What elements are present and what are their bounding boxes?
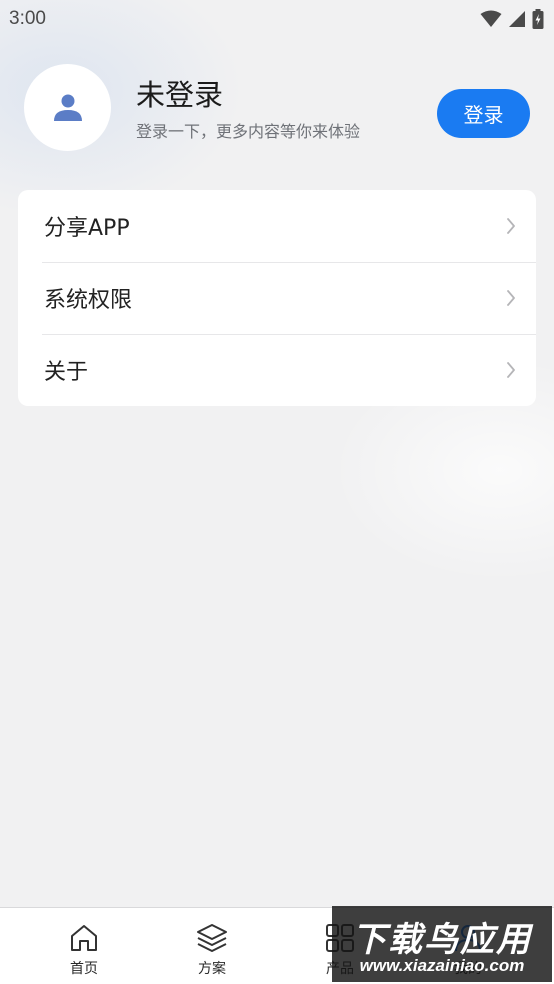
login-button[interactable]: 登录: [437, 89, 530, 138]
avatar[interactable]: [24, 64, 111, 151]
tab-home[interactable]: 首页: [34, 908, 134, 984]
watermark-url: www.xiazainiao.com: [359, 956, 525, 975]
user-icon: [53, 94, 82, 121]
menu-item-about[interactable]: 关于: [18, 334, 536, 406]
chevron-right-icon: [507, 218, 515, 234]
chevron-right-icon: [507, 290, 515, 306]
profile-subtitle: 登录一下，更多内容等你来体验: [136, 122, 361, 141]
battery-charging-icon: [532, 9, 544, 29]
chevron-right-icon: [507, 362, 515, 378]
menu-item-label: 系统权限: [44, 288, 133, 313]
menu-item-label: 关于: [44, 360, 89, 385]
layers-icon: [197, 924, 227, 952]
wifi-icon: [480, 10, 502, 27]
status-icons: [480, 9, 544, 29]
home-icon: [71, 925, 97, 951]
tab-label: 首页: [70, 961, 98, 977]
status-bar: 3:00: [0, 0, 554, 38]
menu-item-label: 分享APP: [44, 216, 130, 241]
settings-menu: 分享APP 系统权限 关于: [18, 190, 536, 406]
status-time: 3:00: [9, 8, 46, 29]
profile-name: 未登录: [136, 78, 224, 112]
watermark: 下载鸟应用 www.xiazainiao.com: [332, 906, 552, 982]
profile-header: 未登录 登录一下，更多内容等你来体验 登录: [0, 62, 554, 154]
tab-solutions[interactable]: 方案: [162, 908, 262, 984]
menu-item-system-permissions[interactable]: 系统权限: [18, 262, 536, 334]
tab-label: 方案: [198, 961, 226, 977]
menu-item-share-app[interactable]: 分享APP: [18, 190, 536, 262]
watermark-title: 下载鸟应用: [352, 920, 532, 960]
signal-icon: [509, 11, 525, 27]
